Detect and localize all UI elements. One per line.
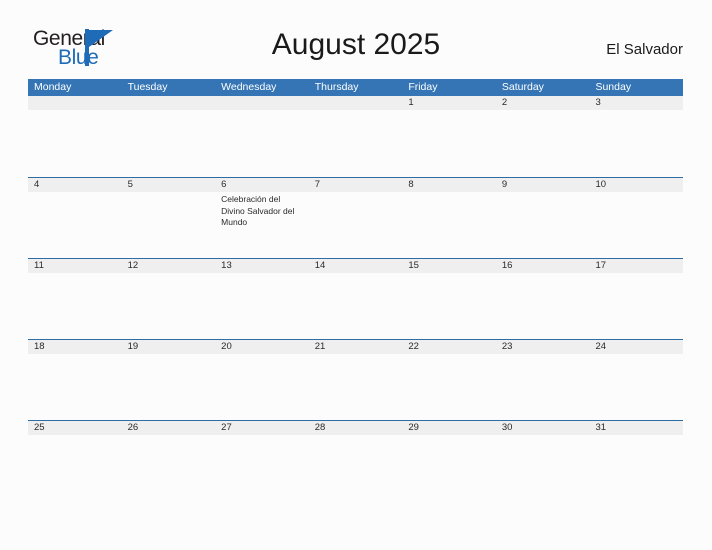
day-cell[interactable] (309, 273, 403, 338)
day-number[interactable]: 27 (215, 421, 309, 435)
week-event-band: Celebración del Divino Salvador del Mund… (28, 192, 683, 257)
day-number[interactable]: 29 (402, 421, 496, 435)
day-number[interactable]: 26 (122, 421, 216, 435)
day-number[interactable] (28, 96, 122, 110)
week-event-band (28, 354, 683, 419)
day-cell[interactable] (402, 273, 496, 338)
day-cell[interactable] (402, 435, 496, 500)
day-cell[interactable] (496, 192, 590, 257)
week-number-band: 1 2 3 (28, 96, 683, 110)
week-event-band (28, 435, 683, 500)
week-number-band: 18 19 20 21 22 23 24 (28, 340, 683, 354)
day-number[interactable]: 9 (496, 178, 590, 192)
day-cell[interactable] (28, 435, 122, 500)
week-number-band: 4 5 6 7 8 9 10 (28, 178, 683, 192)
day-cell-holiday[interactable]: Celebración del Divino Salvador del Mund… (215, 192, 309, 257)
day-number[interactable]: 14 (309, 259, 403, 273)
day-number[interactable]: 24 (589, 340, 683, 354)
week-row: 4 5 6 7 8 9 10 Celebración del Divino Sa… (28, 177, 683, 258)
week-event-band (28, 110, 683, 175)
day-cell[interactable] (122, 273, 216, 338)
day-cell[interactable] (215, 110, 309, 175)
day-number[interactable]: 17 (589, 259, 683, 273)
day-cell[interactable] (496, 354, 590, 419)
day-number[interactable]: 13 (215, 259, 309, 273)
day-cell[interactable] (122, 192, 216, 257)
day-cell[interactable] (215, 435, 309, 500)
day-number[interactable]: 11 (28, 259, 122, 273)
day-cell[interactable] (496, 435, 590, 500)
day-number[interactable]: 6 (215, 178, 309, 192)
week-row: 18 19 20 21 22 23 24 (28, 339, 683, 420)
day-number[interactable]: 21 (309, 340, 403, 354)
day-number[interactable]: 1 (402, 96, 496, 110)
day-of-week-header-row: Monday Tuesday Wednesday Thursday Friday… (28, 79, 683, 96)
day-cell[interactable] (309, 354, 403, 419)
week-row: 11 12 13 14 15 16 17 (28, 258, 683, 339)
week-number-band: 25 26 27 28 29 30 31 (28, 421, 683, 435)
month-calendar: Monday Tuesday Wednesday Thursday Friday… (28, 79, 683, 501)
day-cell[interactable] (589, 435, 683, 500)
day-number[interactable]: 2 (496, 96, 590, 110)
day-cell[interactable] (402, 110, 496, 175)
week-number-band: 11 12 13 14 15 16 17 (28, 259, 683, 273)
day-number[interactable]: 23 (496, 340, 590, 354)
week-row: 1 2 3 (28, 96, 683, 177)
day-cell[interactable] (28, 354, 122, 419)
day-number[interactable] (309, 96, 403, 110)
day-cell[interactable] (589, 273, 683, 338)
calendar-page: General Blue August 2025 El Salvador Mon… (0, 0, 712, 550)
day-cell[interactable] (589, 110, 683, 175)
day-number[interactable]: 20 (215, 340, 309, 354)
week-event-band (28, 273, 683, 338)
country-label: El Salvador (606, 41, 683, 58)
day-number[interactable]: 15 (402, 259, 496, 273)
day-number[interactable]: 22 (402, 340, 496, 354)
day-cell[interactable] (215, 273, 309, 338)
day-header-saturday: Saturday (501, 81, 544, 93)
day-number[interactable]: 19 (122, 340, 216, 354)
day-number[interactable]: 18 (28, 340, 122, 354)
day-number[interactable]: 3 (589, 96, 683, 110)
day-number[interactable]: 8 (402, 178, 496, 192)
day-cell[interactable] (122, 354, 216, 419)
day-number[interactable]: 30 (496, 421, 590, 435)
day-cell[interactable] (28, 192, 122, 257)
day-cell[interactable] (309, 435, 403, 500)
day-cell[interactable] (28, 110, 122, 175)
day-number[interactable] (215, 96, 309, 110)
day-cell[interactable] (589, 354, 683, 419)
day-cell[interactable] (402, 192, 496, 257)
day-header-thursday: Thursday (314, 81, 359, 93)
day-cell[interactable] (402, 354, 496, 419)
page-header: General Blue August 2025 El Salvador (0, 0, 712, 78)
day-number[interactable] (122, 96, 216, 110)
day-number[interactable]: 16 (496, 259, 590, 273)
day-number[interactable]: 12 (122, 259, 216, 273)
day-header-wednesday: Wednesday (221, 81, 277, 93)
day-header-monday: Monday (34, 81, 72, 93)
day-number[interactable]: 25 (28, 421, 122, 435)
day-cell[interactable] (589, 192, 683, 257)
day-cell[interactable] (122, 435, 216, 500)
day-number[interactable]: 4 (28, 178, 122, 192)
day-number[interactable]: 28 (309, 421, 403, 435)
day-cell[interactable] (496, 273, 590, 338)
day-cell[interactable] (309, 110, 403, 175)
page-title: August 2025 (271, 28, 441, 61)
day-cell[interactable] (309, 192, 403, 257)
day-cell[interactable] (215, 354, 309, 419)
day-cell[interactable] (28, 273, 122, 338)
week-row: 25 26 27 28 29 30 31 (28, 420, 683, 501)
day-number[interactable]: 31 (589, 421, 683, 435)
day-event-text: Celebración del Divino Salvador del Mund… (221, 194, 295, 227)
day-cell[interactable] (122, 110, 216, 175)
day-header-friday: Friday (408, 81, 438, 93)
day-header-sunday: Sunday (595, 81, 632, 93)
day-number[interactable]: 7 (309, 178, 403, 192)
day-header-tuesday: Tuesday (127, 81, 168, 93)
day-cell[interactable] (496, 110, 590, 175)
day-number[interactable]: 5 (122, 178, 216, 192)
day-number[interactable]: 10 (589, 178, 683, 192)
